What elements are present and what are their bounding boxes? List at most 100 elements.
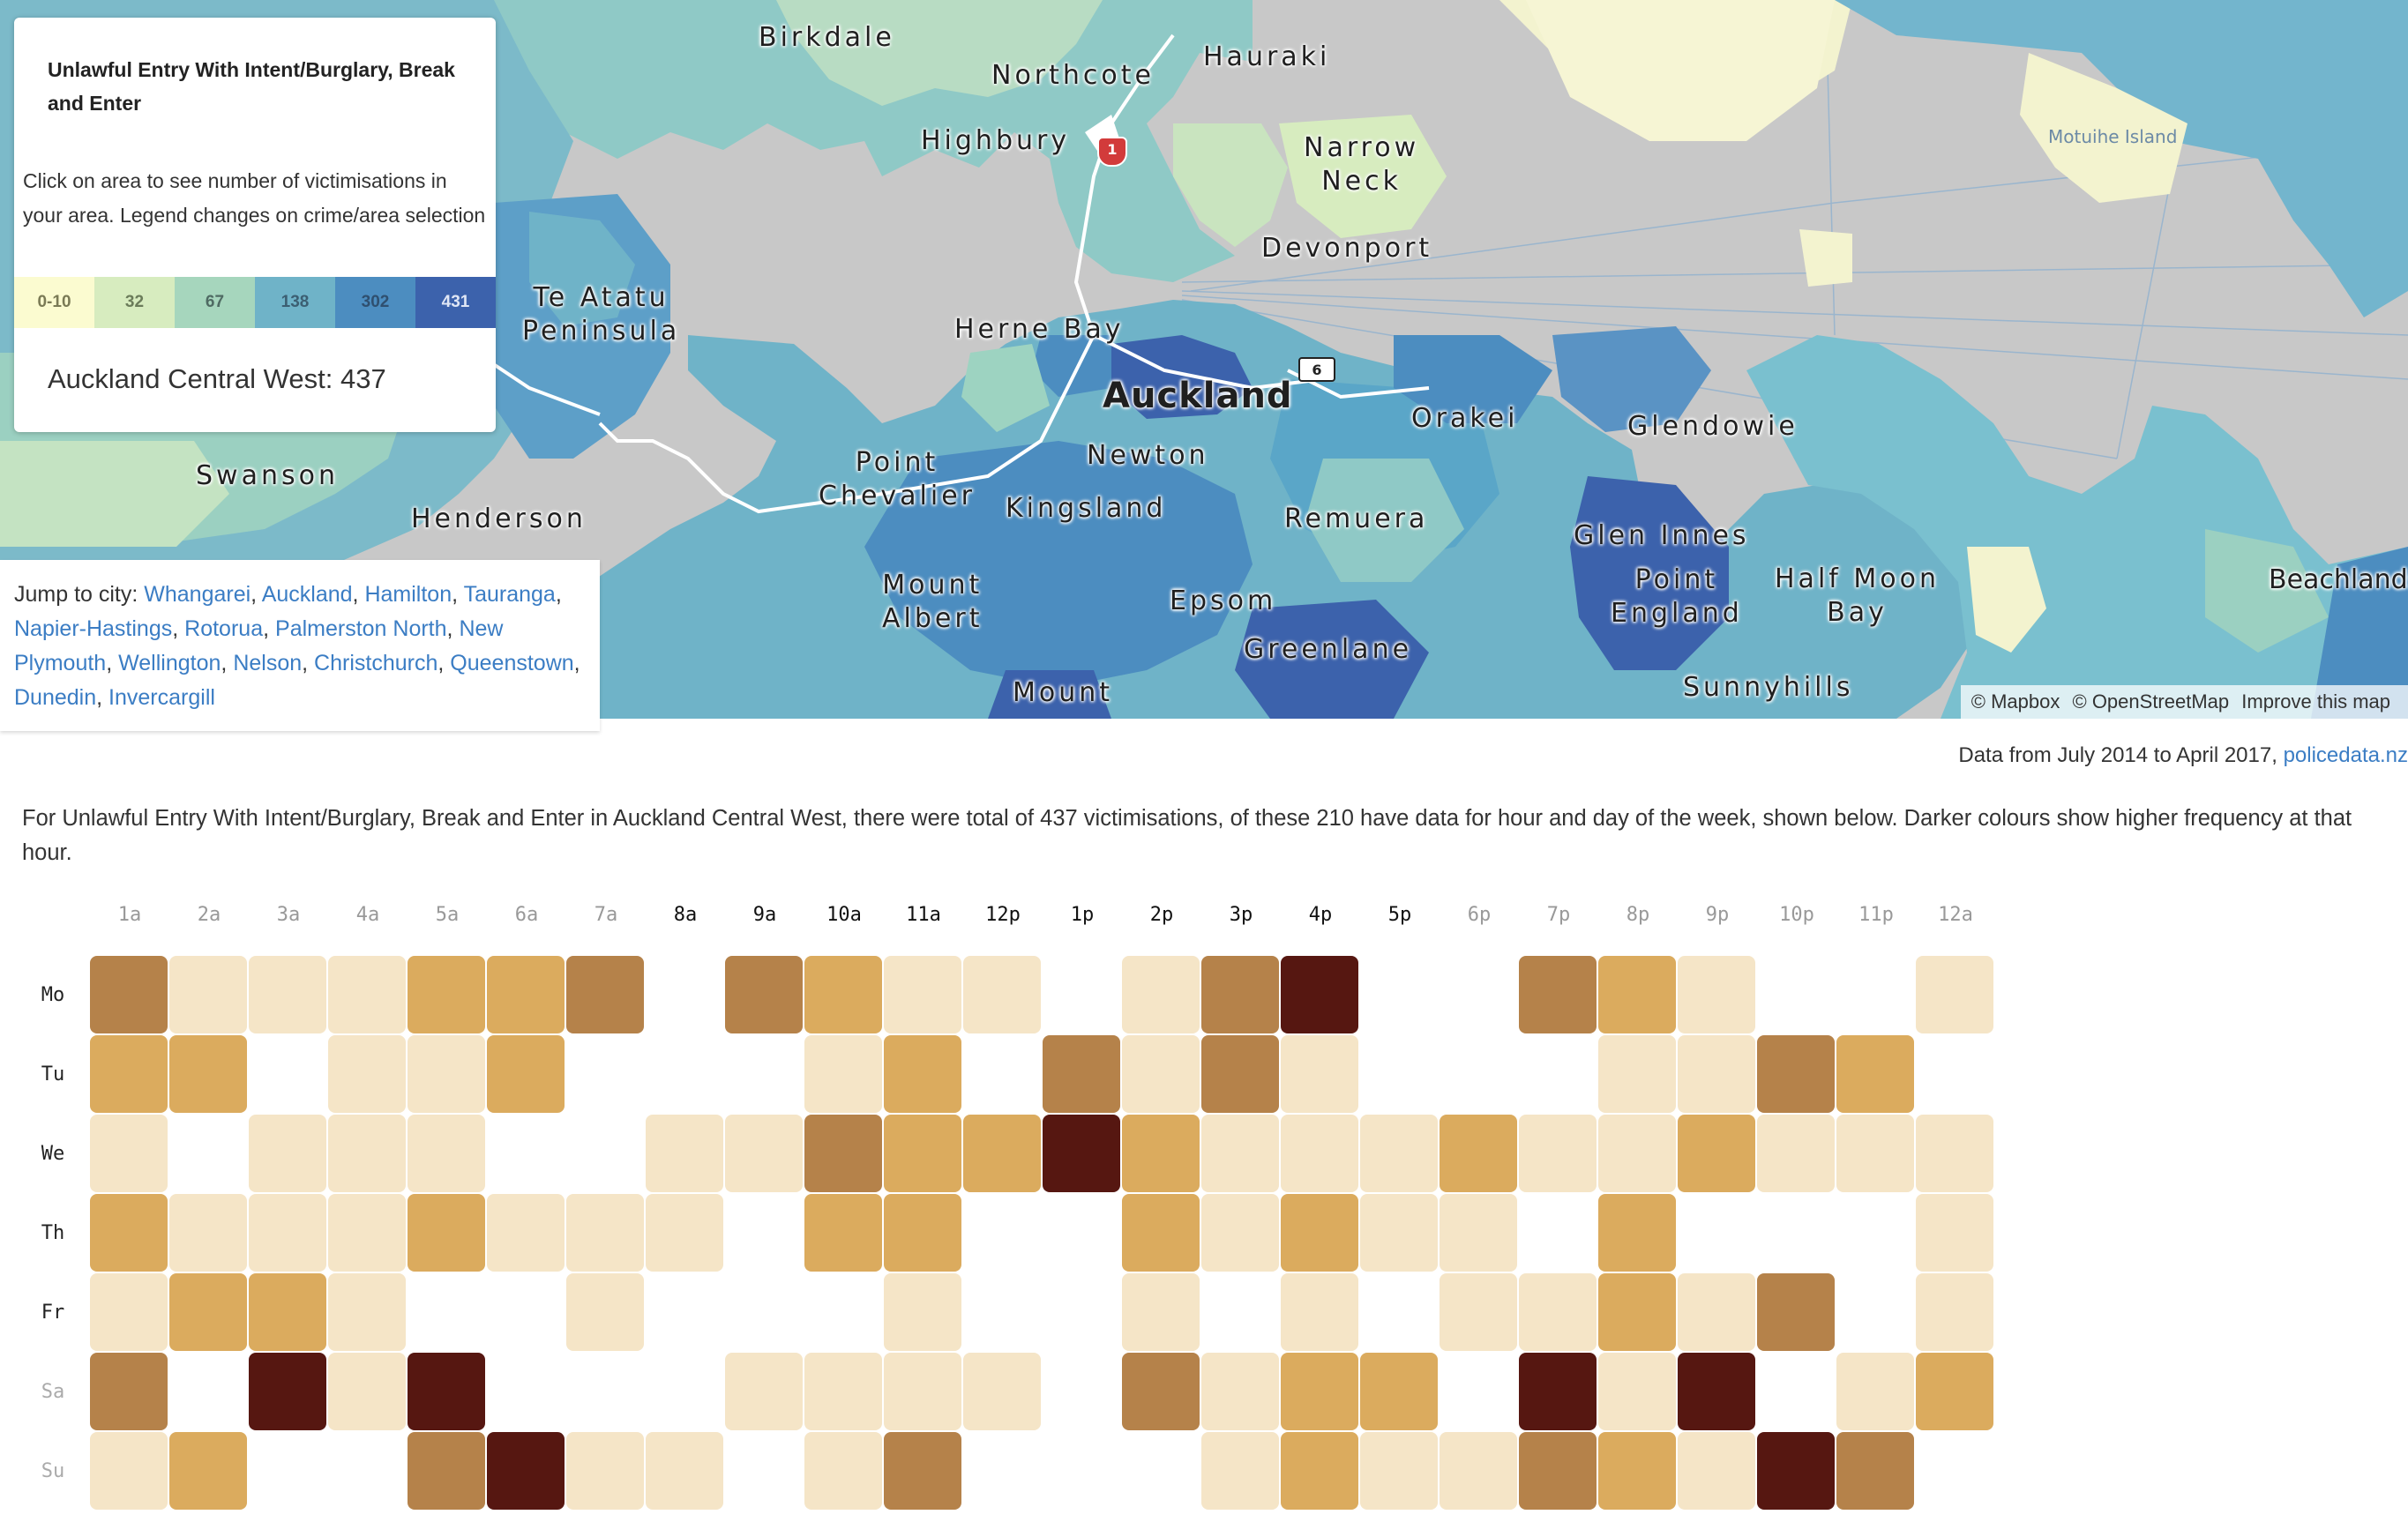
heatmap-cell: [1836, 1194, 1914, 1272]
hour-label: 3a: [276, 904, 301, 926]
heatmap-cell: [408, 1273, 485, 1351]
legend-swatch-0: 0-10: [14, 277, 94, 328]
heatmap-cell: [566, 1115, 644, 1192]
heatmap-cell: [1598, 1194, 1676, 1272]
heatmap-cell: [1836, 1432, 1914, 1510]
day-label: Mo: [41, 984, 65, 1006]
highway-1-shield-icon: 1: [1097, 137, 1127, 167]
place-label-point-chevalier: Point Chevalier: [819, 447, 976, 511]
heatmap-cell: [1916, 956, 1993, 1033]
city-link-wellington[interactable]: Wellington: [118, 651, 221, 675]
mapbox-attribution-link[interactable]: © Mapbox: [1971, 690, 2060, 713]
improve-map-link[interactable]: Improve this map: [2241, 690, 2390, 713]
legend-swatch-3: 138: [255, 277, 335, 328]
place-label-northcote: Northcote: [991, 60, 1155, 91]
place-label-glendowie: Glendowie: [1627, 411, 1799, 442]
heatmap-cell: [1043, 1432, 1120, 1510]
place-label-remuera: Remuera: [1284, 504, 1429, 534]
hour-label: 8a: [673, 904, 698, 926]
heatmap-cell: [90, 1432, 168, 1510]
heatmap-cell: [1836, 1035, 1914, 1113]
city-link-invercargill[interactable]: Invercargill: [108, 685, 215, 710]
hour-label: 2p: [1149, 904, 1174, 926]
heatmap-cell: [1519, 1115, 1597, 1192]
legend-swatch-1: 32: [94, 277, 175, 328]
heatmap-cell: [1757, 1273, 1835, 1351]
heatmap-cell: [1281, 1035, 1358, 1113]
heatmap-cell: [328, 1273, 406, 1351]
heatmap-cell: [646, 1194, 723, 1272]
hour-label: 5a: [435, 904, 460, 926]
legend-swatch-5: 431: [415, 277, 496, 328]
heatmap-cell: [1122, 1432, 1200, 1510]
heatmap-cell: [487, 1273, 565, 1351]
heatmap-cell: [328, 1035, 406, 1113]
heatmap-cell: [1360, 1115, 1438, 1192]
heatmap-cell: [804, 1273, 882, 1351]
osm-attribution-link[interactable]: © OpenStreetMap: [2073, 690, 2230, 713]
heatmap-cell: [1281, 1432, 1358, 1510]
heatmap-cell: [1678, 1353, 1755, 1430]
heatmap-cell: [408, 1432, 485, 1510]
heatmap-cell: [328, 1115, 406, 1192]
city-link-rotorua[interactable]: Rotorua: [184, 616, 263, 641]
heatmap-cell: [963, 1035, 1041, 1113]
city-link-whangarei[interactable]: Whangarei: [144, 582, 251, 607]
place-label-hauraki: Hauraki: [1203, 41, 1331, 72]
place-label-auckland: Auckland: [1103, 376, 1293, 416]
heatmap-cell: [1201, 1194, 1279, 1272]
heatmap-cell: [725, 1115, 803, 1192]
heatmap-cell: [408, 956, 485, 1033]
heatmap-cell: [884, 1273, 961, 1351]
heatmap-cell: [884, 1432, 961, 1510]
heatmap-cell: [487, 1432, 565, 1510]
heatmap-cell: [487, 1353, 565, 1430]
city-link-tauranga[interactable]: Tauranga: [464, 582, 556, 607]
place-label-greenlane: Greenlane: [1244, 634, 1413, 665]
place-label-point-england: Point England: [1611, 564, 1743, 629]
place-label-mount-roskill: Mount: [1013, 677, 1114, 708]
city-link-christchurch[interactable]: Christchurch: [314, 651, 437, 675]
heatmap-cell: [1360, 956, 1438, 1033]
heatmap-cell: [1519, 1353, 1597, 1430]
heatmap-cell: [1201, 956, 1279, 1033]
heatmap-cell: [90, 1194, 168, 1272]
city-separator: ,: [172, 616, 185, 641]
heatmap-cell: [408, 1353, 485, 1430]
hour-label: 7a: [594, 904, 618, 926]
place-label-swanson: Swanson: [196, 460, 339, 491]
hour-label: 6p: [1467, 904, 1492, 926]
day-label: Tu: [41, 1063, 65, 1086]
heatmap-cell: [1836, 1353, 1914, 1430]
city-separator: ,: [221, 651, 234, 675]
heatmap-cell: [804, 1035, 882, 1113]
city-link-napier-hastings[interactable]: Napier-Hastings: [14, 616, 172, 641]
city-link-auckland[interactable]: Auckland: [262, 582, 353, 607]
city-link-dunedin[interactable]: Dunedin: [14, 685, 96, 710]
hour-label: 1p: [1070, 904, 1095, 926]
hour-label: 6a: [514, 904, 539, 926]
heatmap-cell: [884, 1115, 961, 1192]
summary-text: For Unlawful Entry With Intent/Burglary,…: [22, 806, 2352, 865]
heatmap-cell: [725, 1035, 803, 1113]
city-link-palmerston-north[interactable]: Palmerston North: [275, 616, 447, 641]
city-link-hamilton[interactable]: Hamilton: [364, 582, 452, 607]
heatmap-cell: [725, 1194, 803, 1272]
heatmap-cell: [884, 1194, 961, 1272]
heatmap-cell: [725, 956, 803, 1033]
heatmap-cell: [1916, 1273, 1993, 1351]
heatmap-cell: [90, 1035, 168, 1113]
hour-label: 7p: [1546, 904, 1571, 926]
place-label-half-moon-bay: Half Moon Bay: [1775, 563, 1940, 628]
heatmap-cell: [1360, 1353, 1438, 1430]
place-label-henderson: Henderson: [411, 504, 587, 534]
policedata-link[interactable]: policedata.nz: [2284, 743, 2408, 767]
heatmap-cell: [1201, 1432, 1279, 1510]
city-link-queenstown[interactable]: Queenstown: [450, 651, 573, 675]
day-label: Th: [41, 1222, 65, 1244]
place-label-sunnyhills: Sunnyhills: [1683, 672, 1854, 703]
heatmap-cell: [1122, 1115, 1200, 1192]
day-label: Su: [41, 1460, 65, 1482]
city-link-nelson[interactable]: Nelson: [233, 651, 302, 675]
hour-label: 1a: [117, 904, 142, 926]
